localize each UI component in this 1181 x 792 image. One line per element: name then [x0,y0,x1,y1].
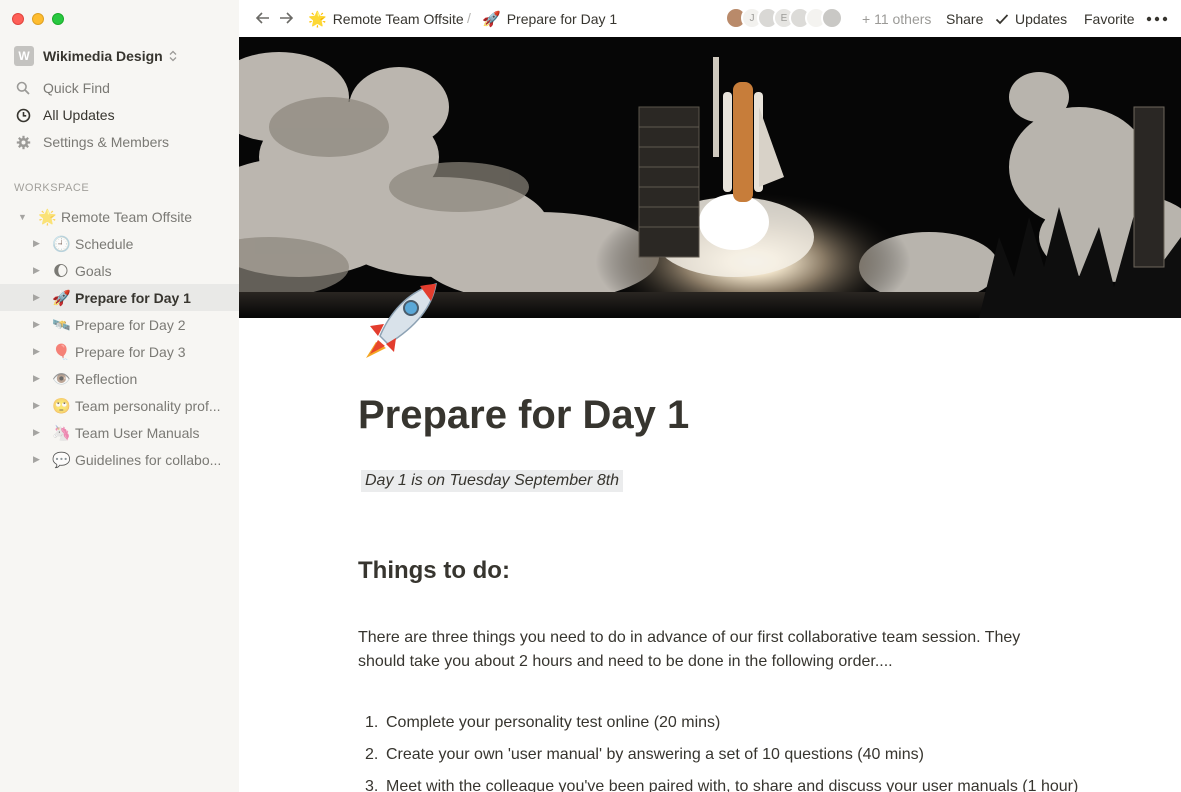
satellite-icon: 🛰️ [52,316,71,334]
list-number: 1. [365,714,379,731]
speech-bubble-icon: 💬 [52,451,71,469]
sidebar-item-prepare-day-1[interactable]: ▶ 🚀 Prepare for Day 1 [0,284,239,311]
sidebar-item-label: Prepare for Day 1 [75,289,191,306]
others-count[interactable]: + 11 others [862,11,931,27]
rocket-icon[interactable] [356,280,442,360]
gear-icon [14,133,32,151]
breadcrumb-label: Remote Team Offsite [332,11,464,27]
sidebar-item-label: Remote Team Offsite [61,208,192,225]
triangle-right-icon[interactable]: ▶ [33,373,40,384]
sidebar-item-label: Team personality prof... [75,397,221,414]
window-controls [12,13,64,25]
workspace-name: Wikimedia Design [43,48,163,64]
workspace-switcher[interactable]: W Wikimedia Design [14,45,177,67]
forward-arrow-icon[interactable] [277,9,295,27]
zoom-window-button[interactable] [52,13,64,25]
eye-roll-face-icon: 🙄 [52,397,71,415]
favorite-button[interactable]: Favorite [1084,11,1135,27]
rocket-icon: 🚀 [482,11,501,28]
sidebar-item-team-user-manuals[interactable]: ▶ 🦄 Team User Manuals [0,419,239,446]
rocket-launch-illustration [239,37,1181,318]
top-bar: 🌟 Remote Team Offsite / 🚀 Prepare for Da… [239,0,1181,37]
all-updates-button[interactable]: All Updates [14,104,115,126]
list-item[interactable]: 2. Create your own 'user manual' by answ… [358,746,1078,778]
triangle-right-icon[interactable]: ▶ [33,238,40,249]
star-icon: 🌟 [38,208,57,226]
clock-emoji-icon: 🕘 [52,235,71,253]
eye-icon: 👁️ [52,370,71,388]
close-window-button[interactable] [12,13,24,25]
sidebar-item-label: Schedule [75,235,134,252]
search-icon [14,79,32,97]
moon-icon: 🌔 [53,262,69,280]
list-number: 3. [365,778,379,792]
sidebar: W Wikimedia Design Quick Find All Update… [0,0,239,792]
triangle-right-icon[interactable]: ▶ [33,400,40,411]
quick-find-button[interactable]: Quick Find [14,77,110,99]
breadcrumb-separator: / [467,10,471,26]
chevron-updown-icon [169,50,177,62]
triangle-right-icon[interactable]: ▶ [33,292,40,303]
share-button[interactable]: Share [946,11,983,27]
list-item-text: Create your own 'user manual' by answeri… [386,746,924,763]
triangle-right-icon[interactable]: ▶ [33,346,40,357]
todo-list: 1. Complete your personality test online… [358,714,1078,792]
list-item[interactable]: 1. Complete your personality test online… [358,714,1078,746]
sidebar-item-prepare-day-2[interactable]: ▶ 🛰️ Prepare for Day 2 [0,311,239,338]
star-icon: 🌟 [308,11,327,28]
sidebar-item-goals[interactable]: ▶ 🌔 Goals [0,257,239,284]
list-item-text: Complete your personality test online (2… [386,714,721,731]
all-updates-label: All Updates [43,107,115,123]
breadcrumb-remote-team-offsite[interactable]: 🌟 Remote Team Offsite [308,10,464,28]
balloon-icon: 🎈 [52,343,71,361]
settings-members-label: Settings & Members [43,134,170,150]
triangle-down-icon[interactable]: ▼ [18,212,27,222]
list-item-text: Meet with the colleague you've been pair… [386,778,1079,792]
sidebar-item-reflection[interactable]: ▶ 👁️ Reflection [0,365,239,392]
triangle-right-icon[interactable]: ▶ [33,454,40,465]
sidebar-item-label: Team User Manuals [75,424,200,441]
clock-icon [14,106,32,124]
sidebar-item-team-personality[interactable]: ▶ 🙄 Team personality prof... [0,392,239,419]
sidebar-item-remote-team-offsite[interactable]: ▼ 🌟 Remote Team Offsite [0,203,239,230]
workspace-logo: W [14,46,34,66]
sidebar-item-prepare-day-3[interactable]: ▶ 🎈 Prepare for Day 3 [0,338,239,365]
list-number: 2. [365,746,379,763]
list-item[interactable]: 3. Meet with the colleague you've been p… [358,778,1078,792]
sidebar-item-label: Goals [75,262,112,279]
updates-button[interactable]: Updates [995,11,1067,27]
avatar[interactable] [821,7,843,29]
triangle-right-icon[interactable]: ▶ [33,265,40,276]
breadcrumb-prepare-day-1[interactable]: 🚀 Prepare for Day 1 [482,10,617,28]
more-options-icon[interactable] [1146,9,1168,30]
rocket-icon: 🚀 [52,289,71,307]
workspace-section-label: WORKSPACE [14,182,90,194]
triangle-right-icon[interactable]: ▶ [33,319,40,330]
minimize-window-button[interactable] [32,13,44,25]
sidebar-item-label: Prepare for Day 3 [75,343,186,360]
page-tree: ▼ 🌟 Remote Team Offsite ▶ 🕘 Schedule ▶ 🌔… [0,203,239,473]
back-arrow-icon[interactable] [254,9,272,27]
breadcrumb-label: Prepare for Day 1 [506,11,618,27]
unicorn-icon: 🦄 [52,424,71,442]
sidebar-item-label: Prepare for Day 2 [75,316,186,333]
triangle-right-icon[interactable]: ▶ [33,427,40,438]
collaborator-avatars[interactable]: J E [725,7,843,29]
sidebar-item-guidelines[interactable]: ▶ 💬 Guidelines for collabo... [0,446,239,473]
intro-paragraph[interactable]: There are three things you need to do in… [358,626,1058,674]
sidebar-item-schedule[interactable]: ▶ 🕘 Schedule [0,230,239,257]
settings-members-button[interactable]: Settings & Members [14,131,169,153]
sidebar-item-label: Guidelines for collabo... [75,451,222,468]
cover-image[interactable] [239,37,1181,318]
date-highlight[interactable]: Day 1 is on Tuesday September 8th [361,470,624,492]
page-title[interactable]: Prepare for Day 1 [358,393,689,438]
section-heading[interactable]: Things to do: [358,557,510,585]
sidebar-item-label: Reflection [75,370,138,387]
updates-label: Updates [1015,11,1068,27]
quick-find-label: Quick Find [43,80,110,96]
checkmark-icon [995,13,1009,25]
